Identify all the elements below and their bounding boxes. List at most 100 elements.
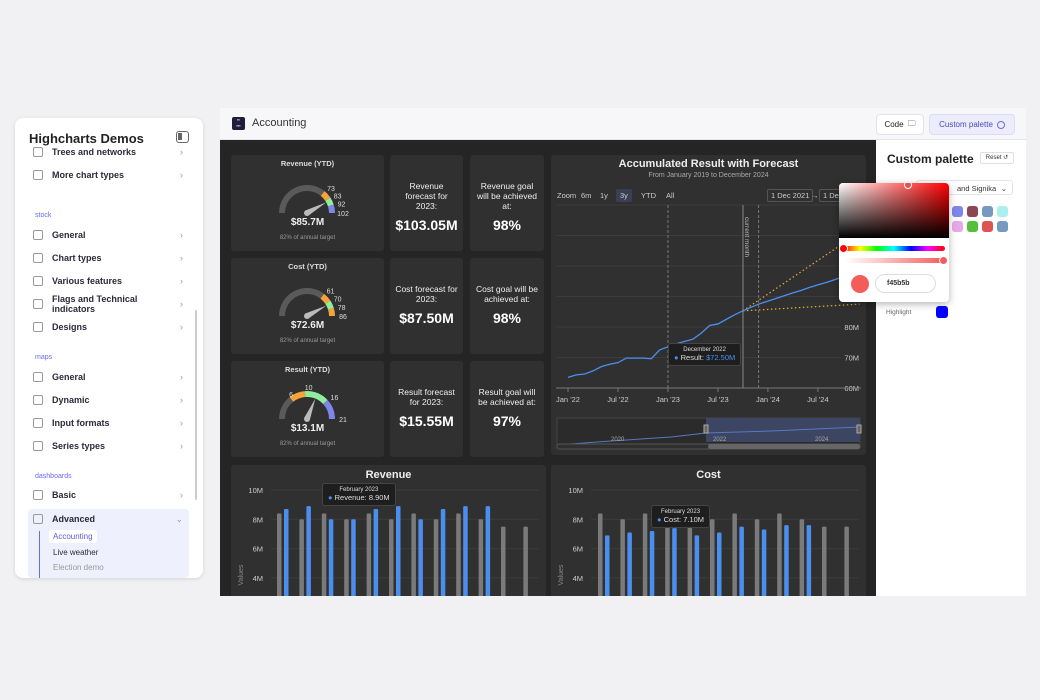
revenue-bar[interactable] (328, 519, 334, 596)
star-chart-icon (33, 170, 43, 180)
palette-swatch[interactable] (967, 221, 978, 232)
cost-bar[interactable] (649, 531, 655, 596)
hue-handle[interactable] (839, 244, 848, 253)
sidebar-item[interactable]: Chart types › (33, 248, 183, 268)
sidebar-item[interactable]: Advanced ⌄ (33, 509, 183, 529)
sub-item[interactable]: Accounting (49, 530, 97, 543)
comparison-bar[interactable] (665, 519, 670, 596)
revenue-bar[interactable] (463, 506, 468, 596)
revenue-bar[interactable] (440, 509, 446, 596)
comparison-bar[interactable] (478, 519, 484, 596)
comparison-bar[interactable] (687, 519, 693, 596)
comparison-bar[interactable] (411, 513, 416, 596)
comparison-bar[interactable] (433, 519, 439, 596)
revenue-bar[interactable] (351, 519, 356, 596)
cost-bar[interactable] (806, 525, 812, 596)
cost-bar[interactable] (672, 528, 677, 596)
palette-swatch[interactable] (982, 206, 993, 217)
custom-palette-button[interactable]: Custom palette (929, 114, 1015, 135)
hue-slider[interactable] (843, 246, 945, 251)
sidebar-scrollbar[interactable] (195, 310, 197, 500)
sidebar-item[interactable]: Input formats › (33, 413, 183, 433)
comparison-bar[interactable] (321, 513, 327, 596)
y-tick-label: 10M (248, 486, 263, 495)
y-tick-label: 70M (844, 354, 859, 363)
comparison-bar[interactable] (822, 526, 827, 596)
comparison-bar[interactable] (389, 519, 394, 596)
navigator[interactable] (556, 417, 861, 449)
sidebar-item[interactable]: General › (33, 225, 183, 245)
navigator-handle[interactable] (703, 424, 709, 434)
x-tick-label: Jul '24 (807, 395, 828, 404)
palette-swatch[interactable] (967, 206, 978, 217)
comparison-bar[interactable] (844, 526, 849, 596)
navigator-scrollbar[interactable] (556, 443, 861, 450)
revenue-bar[interactable] (396, 506, 401, 596)
comparison-bar[interactable] (732, 513, 737, 596)
highlight-swatch[interactable] (936, 306, 948, 318)
comparison-bar[interactable] (523, 526, 528, 596)
range-button-1y[interactable]: 1y (596, 189, 612, 202)
palette-swatch[interactable] (997, 221, 1008, 232)
palette-swatch[interactable] (997, 206, 1008, 217)
comparison-bar[interactable] (710, 519, 715, 596)
saturation-area[interactable] (839, 183, 949, 238)
comparison-bar[interactable] (799, 519, 805, 596)
navigator-handle[interactable] (856, 424, 862, 434)
cost-bar[interactable] (717, 532, 722, 596)
revenue-bar[interactable] (306, 506, 311, 596)
sidebar-item[interactable]: Series types › (33, 436, 183, 456)
comparison-bar[interactable] (456, 513, 461, 596)
range-button-ytd[interactable]: YTD (637, 189, 660, 202)
cost-bar[interactable] (694, 535, 700, 596)
sidebar-item[interactable]: More chart types › (33, 165, 183, 185)
sub-item[interactable]: Live weather (53, 548, 98, 557)
comparison-bar[interactable] (366, 513, 372, 596)
palette-swatch[interactable] (952, 221, 963, 232)
sidebar-item[interactable]: Basic › (33, 485, 183, 505)
sidebar-item[interactable]: Various features › (33, 271, 183, 291)
alpha-handle[interactable] (939, 256, 948, 265)
gauge-band (322, 399, 335, 420)
scrollbar-thumb[interactable] (708, 444, 860, 449)
comparison-bar[interactable] (754, 519, 760, 596)
navigator-selection[interactable] (706, 418, 860, 442)
alpha-slider[interactable] (845, 258, 945, 263)
comparison-bar[interactable] (598, 513, 603, 596)
comparison-bar[interactable] (299, 519, 304, 596)
gauge-band (279, 397, 294, 420)
comparison-bar[interactable] (277, 513, 282, 596)
stock-general-icon (33, 230, 43, 240)
cost-bar[interactable] (761, 529, 767, 596)
cost-bar[interactable] (605, 535, 610, 596)
gauge-band (320, 191, 331, 201)
comparison-bar[interactable] (642, 513, 648, 596)
reset-button[interactable]: Reset ↺ (980, 152, 1014, 164)
cost-bar[interactable] (784, 525, 789, 596)
sidebar-item[interactable]: Trees and networks › (33, 142, 183, 162)
sidebar-item[interactable]: Dynamic › (33, 390, 183, 410)
hex-input[interactable]: f45b5b (875, 274, 936, 293)
revenue-bar[interactable] (418, 519, 423, 596)
comparison-bar[interactable] (620, 519, 625, 596)
palette-swatch[interactable] (982, 221, 993, 232)
revenue-bar[interactable] (373, 509, 379, 596)
palette-swatch[interactable] (952, 206, 963, 217)
sidebar-item[interactable]: General › (33, 367, 183, 387)
comparison-bar[interactable] (501, 526, 506, 596)
sidebar-item[interactable]: Designs › (33, 317, 183, 337)
comparison-bar[interactable] (777, 513, 782, 596)
range-button-6m[interactable]: 6m (577, 189, 595, 202)
cost-bar[interactable] (627, 532, 632, 596)
range-button-3y[interactable]: 3y (616, 189, 632, 202)
goal-value: 98% (492, 217, 522, 233)
sidebar-item[interactable]: Flags and Technical indicators › (33, 294, 183, 314)
cost-bar[interactable] (739, 526, 744, 596)
revenue-bar[interactable] (485, 506, 491, 596)
revenue-bar[interactable] (284, 509, 289, 596)
comparison-bar[interactable] (344, 519, 349, 596)
code-button[interactable]: Code 🗀 (876, 114, 924, 135)
range-button-all[interactable]: All (662, 189, 678, 202)
sub-item[interactable]: Election demo (53, 563, 104, 572)
app-logo-icon: ▪▪ ▪▪▪ (232, 117, 245, 130)
